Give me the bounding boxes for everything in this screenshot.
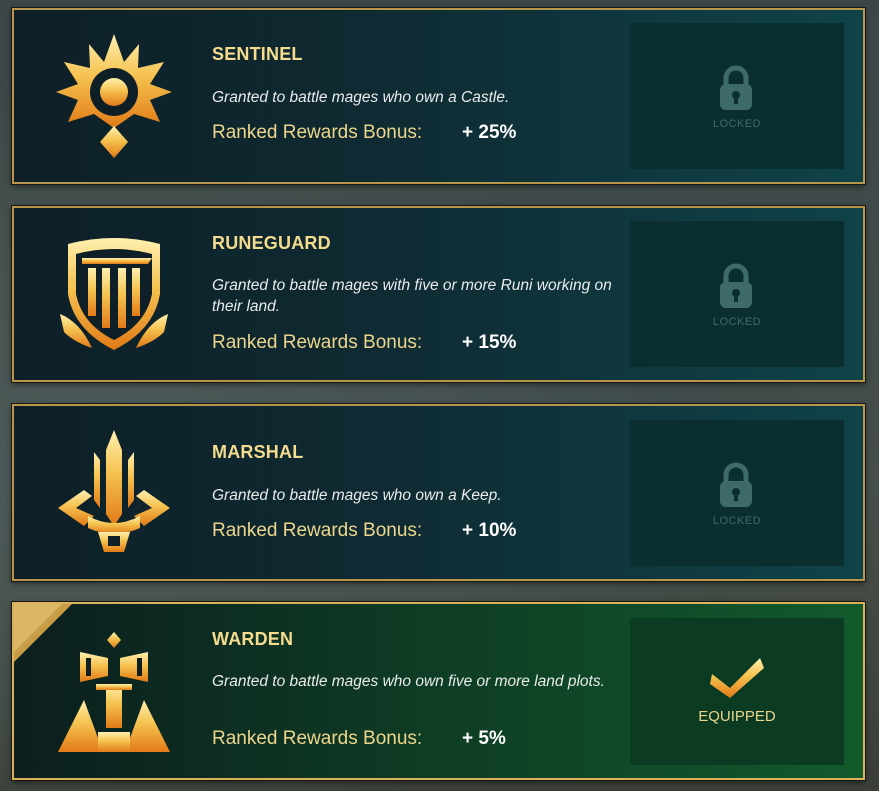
bonus-value: + 10% <box>462 520 517 541</box>
sentinel-emblem-icon <box>52 32 176 162</box>
checkmark-icon <box>708 654 766 700</box>
status-label: LOCKED <box>712 118 762 130</box>
bonus-value: + 25% <box>462 122 517 143</box>
bonus-label: Ranked Rewards Bonus: <box>212 728 423 749</box>
runeguard-shield-icon <box>52 230 176 360</box>
badge-title: WARDEN <box>212 629 294 649</box>
lock-icon <box>719 462 753 508</box>
warden-hammer-icon <box>52 628 176 758</box>
badge-card-sentinel[interactable]: SENTINEL Granted to battle mages who own… <box>11 7 866 185</box>
badge-title: SENTINEL <box>212 44 303 64</box>
bonus-value: + 5% <box>462 728 506 749</box>
badge-description: Granted to battle mages who own a Castle… <box>212 89 510 106</box>
bonus-label: Ranked Rewards Bonus: <box>212 520 423 541</box>
status-box-equipped: EQUIPPED <box>630 618 844 765</box>
status-label: LOCKED <box>712 515 762 527</box>
status-box-locked: LOCKED <box>630 221 844 367</box>
badge-card-runeguard[interactable]: RUNEGUARD Granted to battle mages with f… <box>11 205 866 383</box>
badge-title: RUNEGUARD <box>212 233 331 253</box>
status-box-locked: LOCKED <box>630 420 844 566</box>
lock-icon <box>719 65 753 111</box>
status-label: EQUIPPED <box>698 708 776 725</box>
bonus-value: + 15% <box>462 332 517 353</box>
badge-card-warden[interactable]: WARDEN Granted to battle mages who own f… <box>11 601 866 781</box>
bonus-label: Ranked Rewards Bonus: <box>212 332 423 353</box>
status-label: LOCKED <box>712 316 762 328</box>
badge-title: MARSHAL <box>212 442 304 462</box>
status-box-locked: LOCKED <box>630 23 844 169</box>
bonus-label: Ranked Rewards Bonus: <box>212 122 423 143</box>
badge-description: Granted to battle mages who own a Keep. <box>212 487 502 504</box>
lock-icon <box>719 263 753 309</box>
marshal-trident-icon <box>52 430 176 560</box>
badge-description: Granted to battle mages who own five or … <box>212 673 605 690</box>
badge-card-marshal[interactable]: MARSHAL Granted to battle mages who own … <box>11 403 866 582</box>
badge-description: Granted to battle mages with five or mor… <box>212 277 612 315</box>
